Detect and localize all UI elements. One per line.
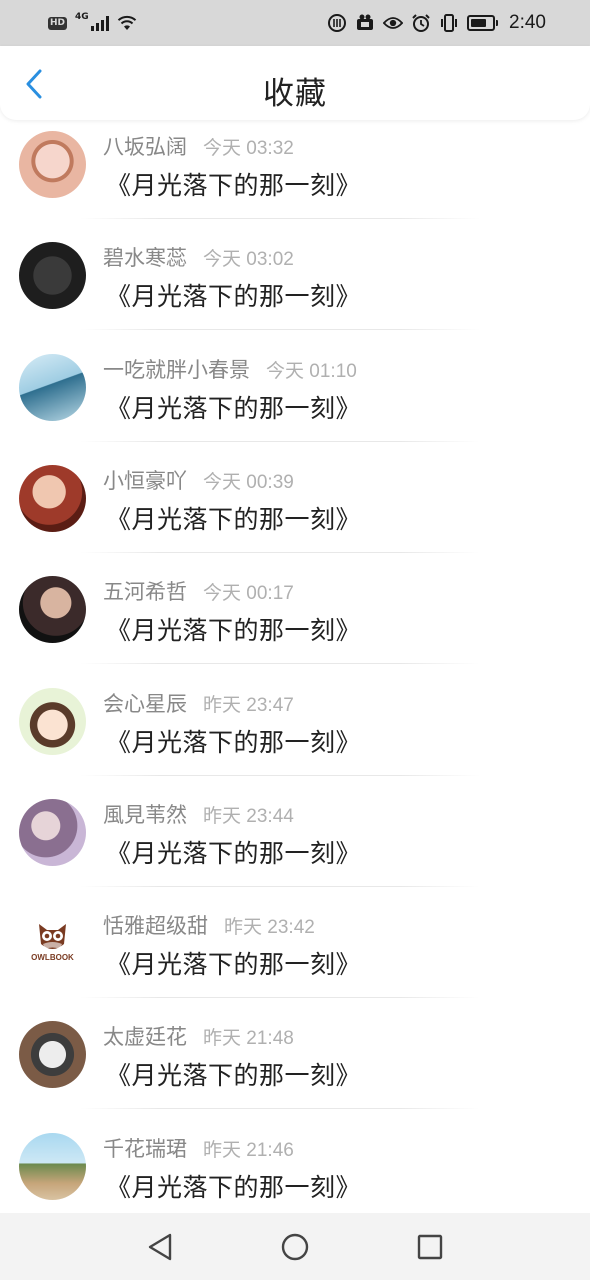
status-bar: HD 4G 2:40	[0, 0, 590, 46]
nav-back-button[interactable]	[140, 1227, 180, 1267]
vibrate-icon	[439, 13, 459, 33]
avatar[interactable]	[19, 131, 86, 198]
book-title[interactable]: 《月光落下的那一刻》	[106, 945, 361, 981]
favorite-list-item[interactable]: 五河希哲 今天 00:17 《月光落下的那一刻》	[0, 545, 590, 665]
item-meta: 碧水寒蕊 今天 03:02	[103, 242, 294, 272]
status-bar-left: HD 4G	[48, 12, 137, 33]
network-type-label: 4G	[75, 12, 89, 22]
home-circle-icon	[281, 1233, 309, 1260]
book-title[interactable]: 《月光落下的那一刻》	[106, 389, 361, 425]
username[interactable]: 風見苇然	[103, 799, 187, 829]
username[interactable]: 八坂弘阔	[103, 131, 187, 161]
username[interactable]: 五河希哲	[103, 576, 187, 606]
book-title[interactable]: 《月光落下的那一刻》	[106, 166, 361, 202]
status-bar-right: 2:40	[327, 12, 546, 34]
favorites-list[interactable]: 八坂弘阔 今天 03:32 《月光落下的那一刻》 碧水寒蕊 今天 03:02 《月光落下的…	[0, 100, 590, 1213]
header: 收藏	[0, 46, 590, 120]
username[interactable]: 千花瑞珺	[103, 1133, 187, 1163]
username[interactable]: 会心星辰	[103, 688, 187, 718]
username[interactable]: 碧水寒蕊	[103, 242, 187, 272]
favorite-list-item[interactable]: OWLBOOK 恬雅超级甜 昨天 23:42 《月光落下的那一刻》	[0, 879, 590, 999]
recents-square-icon	[418, 1234, 443, 1259]
status-time: 2:40	[509, 12, 546, 33]
item-meta: 恬雅超级甜 昨天 23:42	[103, 910, 315, 940]
data-saver-icon	[327, 13, 347, 33]
item-meta: 太虚廷花 昨天 21:48	[103, 1021, 294, 1051]
signal-icon	[90, 15, 109, 31]
book-title[interactable]: 《月光落下的那一刻》	[106, 500, 361, 536]
owl-logo-icon[interactable]: OWLBOOK	[19, 910, 86, 978]
book-title[interactable]: 《月光落下的那一刻》	[106, 1056, 361, 1092]
book-title[interactable]: 《月光落下的那一刻》	[106, 277, 361, 313]
hd-icon: HD	[48, 16, 68, 30]
back-triangle-icon	[148, 1233, 171, 1260]
favorite-list-item[interactable]: 太虚廷花 昨天 21:48 《月光落下的那一刻》	[0, 990, 590, 1110]
item-meta: 八坂弘阔 今天 03:32	[103, 131, 294, 161]
favorite-list-item[interactable]: 一吃就胖小春景 今天 01:10 《月光落下的那一刻》	[0, 323, 590, 442]
item-meta: 千花瑞珺 昨天 21:46	[103, 1133, 294, 1163]
username[interactable]: 小恒豪吖	[103, 465, 187, 495]
avatar[interactable]	[19, 687, 86, 755]
favorite-list-item[interactable]: 碧水寒蕊 今天 03:02 《月光落下的那一刻》	[0, 211, 590, 331]
favorite-list-item[interactable]: 小恒豪吖 今天 00:39 《月光落下的那一刻》	[0, 434, 590, 553]
book-title[interactable]: 《月光落下的那一刻》	[106, 1168, 361, 1204]
battery-level	[471, 19, 487, 27]
timestamp: 今天 03:02	[203, 249, 294, 271]
username[interactable]: 一吃就胖小春景	[103, 354, 250, 384]
battery-icon	[467, 15, 499, 31]
avatar[interactable]	[19, 353, 86, 421]
item-meta: 会心星辰 昨天 23:47	[103, 688, 294, 718]
favorite-list-item[interactable]: 風見苇然 昨天 23:44 《月光落下的那一刻》	[0, 768, 590, 887]
wifi-icon	[117, 13, 137, 33]
timestamp: 昨天 21:46	[203, 1139, 294, 1161]
avatar[interactable]	[19, 464, 86, 532]
item-meta: 五河希哲 今天 00:17	[103, 576, 294, 606]
avatar[interactable]	[19, 576, 86, 644]
book-title[interactable]: 《月光落下的那一刻》	[106, 611, 361, 647]
timestamp: 昨天 23:44	[203, 805, 294, 827]
avatar[interactable]	[19, 1021, 86, 1089]
alarm-icon	[411, 13, 431, 33]
timestamp: 今天 03:32	[203, 138, 294, 159]
item-meta: 風見苇然 昨天 23:44	[103, 799, 294, 829]
system-nav-bar	[0, 1213, 590, 1280]
avatar[interactable]	[19, 798, 86, 866]
nav-home-button[interactable]	[275, 1227, 315, 1267]
timestamp: 昨天 23:42	[224, 917, 315, 939]
favorite-list-item[interactable]: 会心星辰 昨天 23:47 《月光落下的那一刻》	[0, 657, 590, 776]
eye-comfort-icon	[383, 13, 404, 33]
vpn-icon	[355, 13, 375, 33]
item-meta: 一吃就胖小春景 今天 01:10	[103, 354, 357, 384]
timestamp: 昨天 23:47	[203, 694, 294, 716]
username[interactable]: 恬雅超级甜	[103, 910, 208, 940]
item-meta: 小恒豪吖 今天 00:39	[103, 465, 294, 495]
nav-recents-button[interactable]	[410, 1227, 450, 1267]
timestamp: 今天 00:39	[203, 471, 294, 493]
timestamp: 今天 00:17	[203, 583, 294, 605]
page-title: 收藏	[263, 76, 327, 112]
svg-text:OWLBOOK: OWLBOOK	[31, 953, 74, 962]
timestamp: 今天 01:10	[266, 360, 357, 382]
username[interactable]: 太虚廷花	[103, 1021, 187, 1051]
avatar[interactable]	[19, 1132, 86, 1200]
timestamp: 昨天 21:48	[203, 1028, 294, 1050]
book-title[interactable]: 《月光落下的那一刻》	[106, 723, 361, 759]
avatar[interactable]	[19, 242, 86, 310]
favorite-list-item[interactable]: 千花瑞珺 昨天 21:46 《月光落下的那一刻》	[0, 1102, 590, 1213]
book-title[interactable]: 《月光落下的那一刻》	[106, 834, 361, 870]
